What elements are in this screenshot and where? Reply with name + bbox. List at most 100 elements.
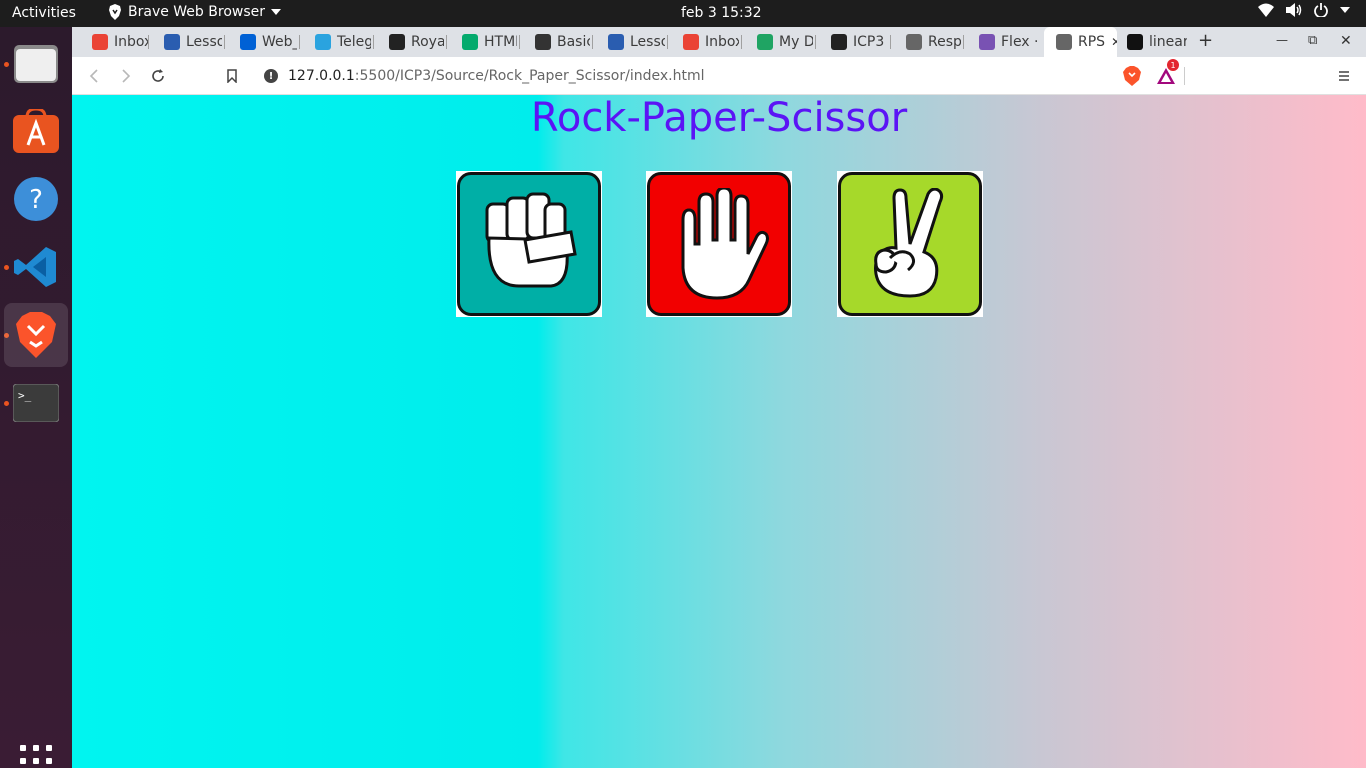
tab-1[interactable]: Inbox — [80, 27, 148, 57]
scissor-hand-icon — [874, 188, 944, 298]
paper-choice[interactable] — [646, 171, 792, 317]
close-window-button[interactable]: ✕ — [1340, 33, 1352, 49]
tab-label: linear — [1149, 34, 1187, 50]
svg-text:?: ? — [29, 185, 43, 215]
brave-small-icon — [109, 4, 121, 20]
dock-files[interactable] — [4, 31, 68, 95]
dock-terminal[interactable]: >_ — [4, 371, 68, 435]
page-content: Rock-Paper-Scissor — [72, 95, 1366, 768]
telegram-icon — [315, 34, 331, 50]
box-icon — [240, 34, 256, 50]
gmail-icon — [683, 34, 699, 50]
dock-help[interactable]: ? — [4, 167, 68, 231]
tab-15[interactable]: linear — [1115, 27, 1187, 57]
brave-lion-icon — [16, 312, 56, 358]
tab-label: Inbox — [114, 34, 148, 50]
tab-label: Lesso — [186, 34, 222, 50]
tab-separator — [815, 35, 816, 49]
tab-7[interactable]: Basic — [523, 27, 590, 57]
paper-tile — [647, 172, 791, 316]
tab-separator — [224, 35, 225, 49]
markdown-icon — [535, 34, 551, 50]
dock-vscode[interactable] — [4, 235, 68, 299]
tab-separator — [446, 35, 447, 49]
tab-label: Royal — [411, 34, 444, 50]
toolbar: ! 127.0.0.1:5500/ICP3/Source/Rock_Paper_… — [72, 57, 1366, 95]
activities-button[interactable]: Activities — [12, 5, 76, 21]
dock-ubuntu-software[interactable] — [4, 99, 68, 163]
maximize-button[interactable]: ⧉ — [1308, 33, 1317, 48]
menu-button[interactable] — [1333, 65, 1355, 87]
scissor-tile — [838, 172, 982, 316]
tab-14[interactable]: RPS ✕ — [1044, 27, 1117, 57]
show-applications-button[interactable] — [20, 745, 52, 768]
reload-button[interactable] — [147, 65, 169, 87]
tab-5[interactable]: Royal — [377, 27, 444, 57]
tab-label: Basic — [557, 34, 590, 50]
power-icon — [1314, 3, 1328, 17]
tab-2[interactable]: Lesso — [152, 27, 222, 57]
tab-6[interactable]: HTML — [450, 27, 517, 57]
tab-separator — [592, 35, 593, 49]
tab-separator — [741, 35, 742, 49]
rock-choice[interactable] — [456, 171, 602, 317]
scissor-choice[interactable] — [837, 171, 983, 317]
arrow-right-icon — [122, 69, 131, 83]
gmail-icon — [92, 34, 108, 50]
divider — [1184, 67, 1185, 85]
tab-4[interactable]: Teleg — [303, 27, 371, 57]
address-bar[interactable]: ! 127.0.0.1:5500/ICP3/Source/Rock_Paper_… — [256, 61, 1184, 91]
system-tray[interactable] — [1258, 3, 1350, 17]
tab-label: My Dr — [779, 34, 813, 50]
forward-button[interactable] — [115, 65, 137, 87]
google-drive-icon — [757, 34, 773, 50]
dock-brave[interactable] — [4, 303, 68, 367]
tab-11[interactable]: ICP3 · — [819, 27, 888, 57]
new-tab-button[interactable]: + — [1198, 30, 1213, 51]
tab-label: Teleg — [337, 34, 371, 50]
tab-9[interactable]: Inbox — [671, 27, 739, 57]
files-icon — [14, 45, 58, 83]
volume-icon — [1286, 3, 1302, 17]
hamburger-menu-icon — [1339, 71, 1349, 81]
tab-label: Flex · — [1001, 34, 1038, 50]
tab-10[interactable]: My Dr — [745, 27, 813, 57]
bootstrap-icon — [979, 34, 995, 50]
back-button[interactable] — [83, 65, 105, 87]
umkc-icon — [164, 34, 180, 50]
tab-label: HTML — [484, 34, 517, 50]
tab-separator — [299, 35, 300, 49]
tab-label: Lesso — [630, 34, 665, 50]
url-path: :5500/ICP3/Source/Rock_Paper_Scissor/ind… — [354, 68, 705, 84]
terminal-icon: >_ — [13, 384, 59, 422]
brave-shields-button[interactable] — [1121, 65, 1143, 87]
tab-separator — [148, 35, 149, 49]
github-icon — [389, 34, 405, 50]
globe-icon — [1056, 34, 1072, 50]
codepen-icon — [1127, 34, 1143, 50]
url-host: 127.0.0.1 — [288, 68, 355, 84]
tab-strip: Inbox Lesso Web_ Teleg Royal HTML Basic Lesso In… — [72, 27, 1366, 57]
minimize-button[interactable]: — — [1276, 33, 1288, 47]
tab-13[interactable]: Flex · — [967, 27, 1038, 57]
app-menu[interactable]: Brave Web Browser — [108, 4, 281, 20]
site-info-icon[interactable]: ! — [264, 69, 278, 83]
software-store-icon — [13, 109, 59, 153]
brave-rewards-button[interactable]: 1 — [1155, 59, 1179, 87]
vscode-icon — [14, 247, 56, 287]
clock[interactable]: feb 3 15:32 — [681, 5, 762, 21]
tab-separator — [890, 35, 891, 49]
github-icon — [831, 34, 847, 50]
tab-8[interactable]: Lesso — [596, 27, 665, 57]
wifi-icon — [1258, 3, 1274, 17]
w3schools-icon — [462, 34, 478, 50]
rock-tile — [457, 172, 601, 316]
dock: ? >_ — [0, 27, 72, 768]
tab-label: ICP3 · — [853, 34, 888, 50]
tab-12[interactable]: Respo — [894, 27, 961, 57]
bookmark-button[interactable] — [221, 65, 243, 87]
rewards-badge: 1 — [1167, 59, 1179, 71]
tab-separator — [519, 35, 520, 49]
tab-3[interactable]: Web_ — [228, 27, 297, 57]
tab-label: Web_ — [262, 34, 297, 50]
